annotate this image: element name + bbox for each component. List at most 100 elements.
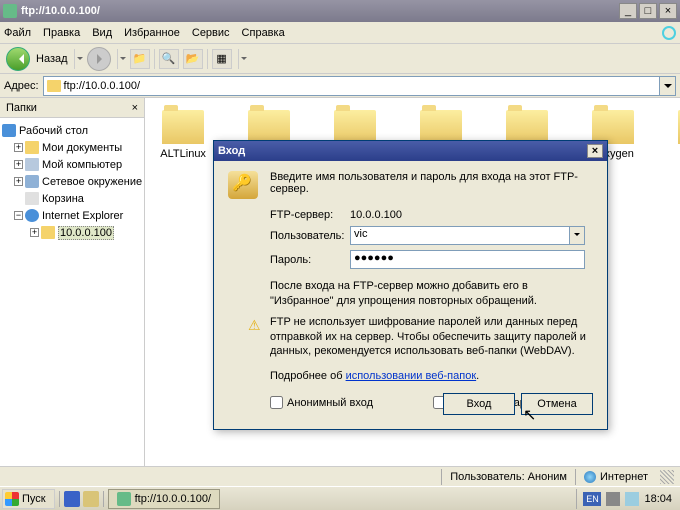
ie-icon bbox=[25, 209, 39, 222]
ie-icon bbox=[117, 492, 131, 506]
server-label: FTP-сервер: bbox=[270, 209, 350, 221]
anonymous-checkbox[interactable]: Анонимный вход bbox=[270, 396, 373, 409]
close-button[interactable]: × bbox=[659, 3, 677, 19]
clock[interactable]: 18:04 bbox=[644, 493, 672, 505]
folder-icon bbox=[248, 110, 290, 144]
address-label: Адрес: bbox=[4, 80, 39, 92]
menu-favorites[interactable]: Избранное bbox=[124, 27, 180, 39]
menu-file[interactable]: Файл bbox=[4, 27, 31, 39]
folders-sidebar: Папки × Рабочий стол +Мои документы +Мой… bbox=[0, 98, 145, 486]
network-icon bbox=[25, 175, 39, 188]
tree-mycomputer[interactable]: +Мой компьютер bbox=[2, 156, 142, 173]
login-dialog: Вход × Введите имя пользователя и пароль… bbox=[213, 140, 608, 430]
save-icon[interactable] bbox=[64, 491, 80, 507]
keys-icon bbox=[228, 171, 258, 199]
maximize-button[interactable]: □ bbox=[639, 3, 657, 19]
statusbar: Пользователь: Аноним Интернет bbox=[0, 466, 680, 486]
password-label: Пароль: bbox=[270, 254, 350, 266]
folder-icon bbox=[25, 141, 39, 154]
dialog-close-button[interactable]: × bbox=[587, 144, 603, 158]
minimize-button[interactable]: _ bbox=[619, 3, 637, 19]
show-desktop-icon[interactable] bbox=[83, 491, 99, 507]
menu-tools[interactable]: Сервис bbox=[192, 27, 230, 39]
menu-edit[interactable]: Правка bbox=[43, 27, 80, 39]
recycle-icon bbox=[25, 192, 39, 205]
more-info: Подробнее об использовании веб-папок. bbox=[270, 369, 593, 384]
back-dropdown[interactable] bbox=[74, 49, 83, 69]
dialog-prompt: Введите имя пользователя и пароль для вх… bbox=[270, 171, 593, 195]
globe-icon bbox=[584, 471, 596, 483]
sidebar-header: Папки × bbox=[0, 98, 144, 118]
toolbar: Назад 📁 🔍 📂 ▦ bbox=[0, 44, 680, 74]
dialog-titlebar[interactable]: Вход × bbox=[214, 141, 607, 161]
sidebar-title: Папки bbox=[6, 102, 37, 114]
titlebar: ftp://10.0.0.100/ _ □ × bbox=[0, 0, 680, 22]
expander-icon[interactable]: + bbox=[14, 160, 23, 169]
status-user: Пользователь: Аноним bbox=[441, 469, 575, 485]
forward-dropdown[interactable] bbox=[117, 49, 126, 69]
tree-ftp-host[interactable]: +10.0.0.100 bbox=[2, 224, 142, 241]
expander-icon[interactable]: + bbox=[14, 177, 23, 186]
taskbar: Пуск ftp://10.0.0.100/ EN 18:04 bbox=[0, 486, 680, 510]
chevron-down-icon[interactable] bbox=[569, 227, 584, 244]
forward-button bbox=[87, 47, 111, 71]
tree-ie[interactable]: −Internet Explorer bbox=[2, 207, 142, 224]
expander-icon[interactable]: − bbox=[14, 211, 23, 220]
search-icon[interactable]: 🔍 bbox=[159, 49, 179, 69]
password-field[interactable]: ●●●●●● bbox=[350, 250, 585, 269]
start-button[interactable]: Пуск bbox=[2, 489, 55, 509]
tree-recyclebin[interactable]: Корзина bbox=[2, 190, 142, 207]
folder-icon bbox=[420, 110, 462, 144]
addressbar: Адрес: ftp://10.0.0.100/ bbox=[0, 74, 680, 98]
tree-desktop[interactable]: Рабочий стол bbox=[2, 122, 142, 139]
info-text-2: FTP не использует шифрование паролей или… bbox=[270, 315, 593, 360]
username-field[interactable]: vic bbox=[350, 226, 585, 245]
address-value: ftp://10.0.0.100/ bbox=[64, 80, 140, 92]
ie-app-icon bbox=[3, 4, 17, 18]
login-button[interactable]: Вход bbox=[443, 393, 515, 415]
folder-icon bbox=[162, 110, 204, 144]
webfolders-link[interactable]: использовании веб-папок bbox=[346, 370, 477, 382]
info-text-1: После входа на FTP-сервер можно добавить… bbox=[270, 279, 593, 309]
menu-view[interactable]: Вид bbox=[92, 27, 112, 39]
views-icon[interactable]: ▦ bbox=[212, 49, 232, 69]
menu-help[interactable]: Справка bbox=[242, 27, 285, 39]
folder-item[interactable]: ALTLinux bbox=[155, 110, 211, 160]
tree-mydocs[interactable]: +Мои документы bbox=[2, 139, 142, 156]
volume-icon[interactable] bbox=[625, 492, 639, 506]
tray-icon[interactable] bbox=[606, 492, 620, 506]
menubar: Файл Правка Вид Избранное Сервис Справка bbox=[0, 22, 680, 44]
system-tray: EN 18:04 bbox=[576, 489, 678, 509]
folder-icon bbox=[506, 110, 548, 144]
cancel-button[interactable]: Отмена bbox=[521, 393, 593, 415]
folder-icon bbox=[47, 80, 61, 92]
windows-flag-icon bbox=[5, 492, 19, 506]
views-dropdown[interactable] bbox=[238, 49, 247, 69]
expander-icon[interactable]: + bbox=[14, 143, 23, 152]
warning-row: FTP не использует шифрование паролей или… bbox=[248, 315, 593, 360]
expander-icon[interactable]: + bbox=[30, 228, 39, 237]
folder-item[interactable]: emu bbox=[671, 110, 680, 160]
quick-launch bbox=[59, 491, 104, 507]
resize-grip-icon[interactable] bbox=[660, 470, 674, 484]
dialog-title: Вход bbox=[218, 145, 245, 157]
language-indicator[interactable]: EN bbox=[583, 492, 601, 506]
sidebar-close-icon[interactable]: × bbox=[132, 102, 138, 114]
taskbar-task[interactable]: ftp://10.0.0.100/ bbox=[108, 489, 220, 509]
username-label: Пользователь: bbox=[270, 230, 350, 242]
back-label[interactable]: Назад bbox=[36, 53, 68, 65]
status-zone: Интернет bbox=[575, 469, 656, 485]
tree-network[interactable]: +Сетевое окружение bbox=[2, 173, 142, 190]
address-dropdown[interactable] bbox=[660, 76, 676, 96]
folder-icon bbox=[334, 110, 376, 144]
up-icon[interactable]: 📁 bbox=[130, 49, 150, 69]
back-button[interactable] bbox=[6, 47, 30, 71]
folder-icon bbox=[41, 226, 55, 239]
throbber-icon bbox=[662, 26, 676, 40]
server-value: 10.0.0.100 bbox=[350, 209, 593, 221]
window-title: ftp://10.0.0.100/ bbox=[21, 5, 617, 17]
folder-icon bbox=[592, 110, 634, 144]
address-field[interactable]: ftp://10.0.0.100/ bbox=[43, 76, 660, 96]
folder-tree: Рабочий стол +Мои документы +Мой компьют… bbox=[0, 118, 144, 245]
folders-icon[interactable]: 📂 bbox=[183, 49, 203, 69]
